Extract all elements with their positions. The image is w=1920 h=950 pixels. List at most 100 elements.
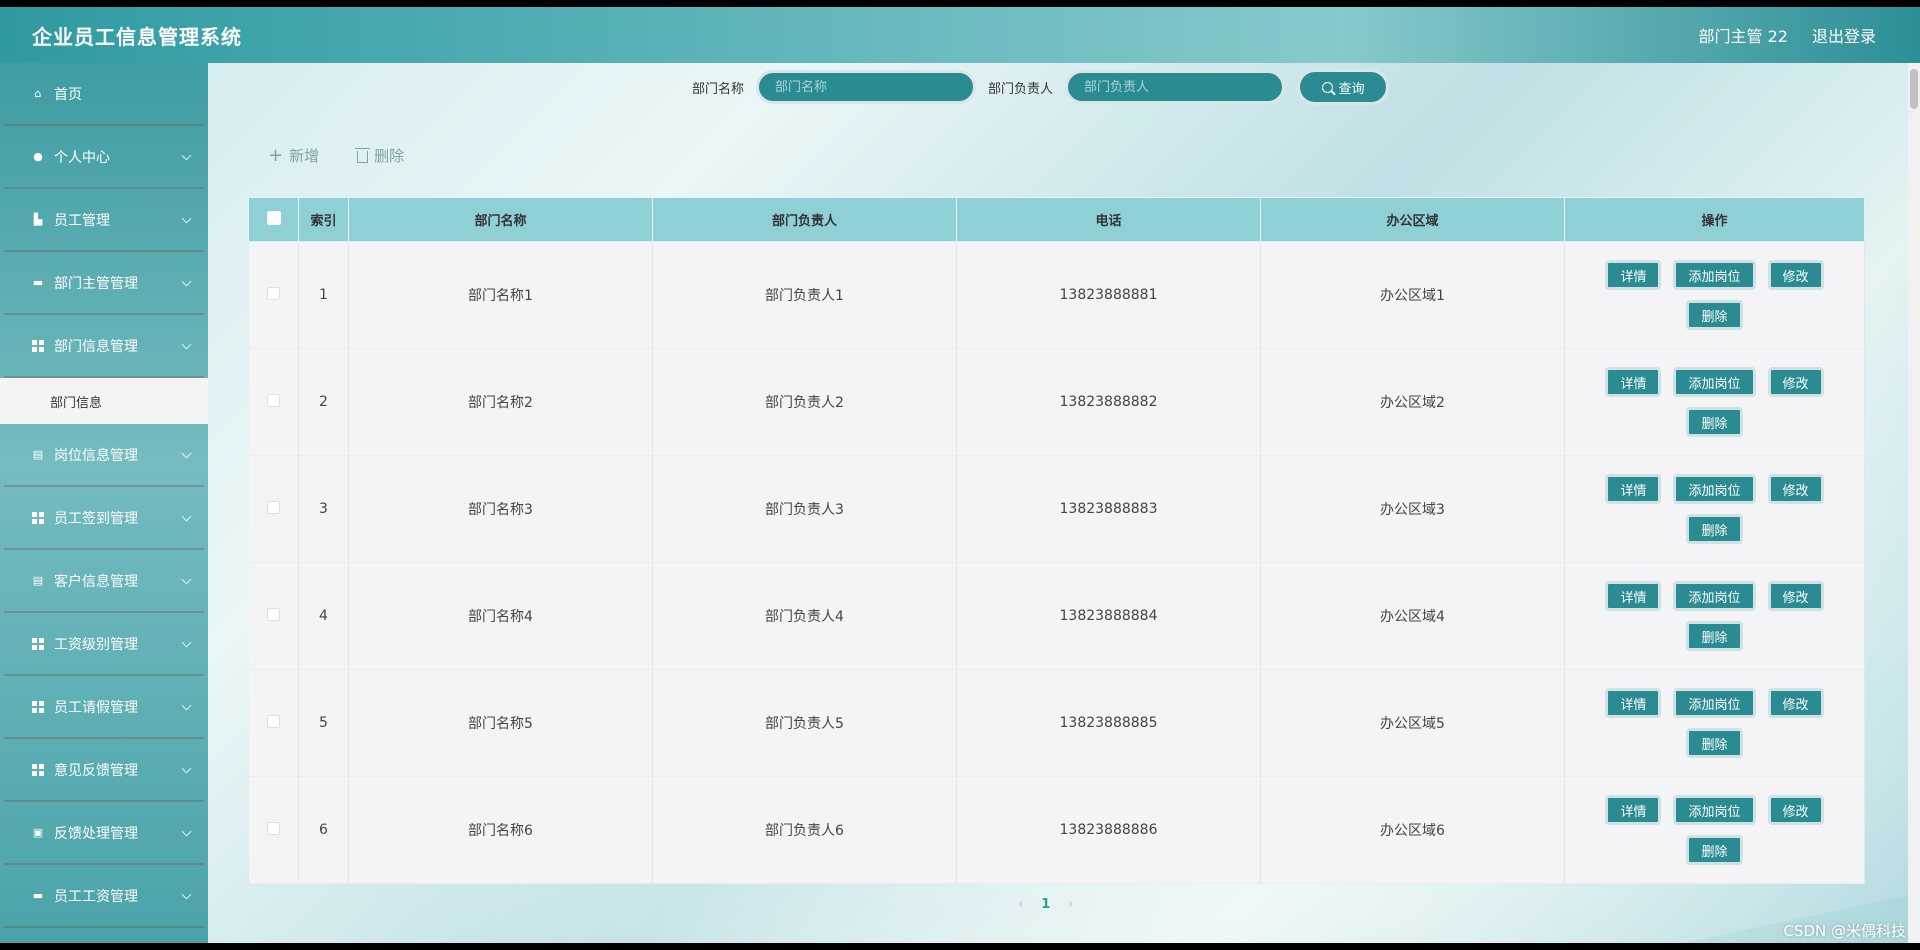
column-header: 部门名称 bbox=[348, 197, 653, 242]
table-row: 1 部门名称1 部门负责人1 13823888881 办公区域1 详情 添加岗位… bbox=[248, 241, 1865, 349]
edit-button[interactable]: 修改 bbox=[1767, 581, 1824, 611]
chevron-down-icon bbox=[181, 213, 192, 224]
edit-button[interactable]: 修改 bbox=[1767, 795, 1824, 825]
row-checkbox[interactable] bbox=[266, 714, 280, 728]
cell-index: 1 bbox=[298, 241, 349, 349]
edit-button[interactable]: 修改 bbox=[1767, 688, 1824, 718]
grid-icon bbox=[32, 339, 44, 352]
sidebar-item-posts[interactable]: ▤ 岗位信息管理 bbox=[4, 424, 204, 487]
add-post-button[interactable]: 添加岗位 bbox=[1673, 795, 1756, 825]
edit-button[interactable]: 修改 bbox=[1767, 260, 1824, 290]
edit-button[interactable]: 修改 bbox=[1767, 367, 1824, 397]
printer-icon: ▣ bbox=[32, 826, 44, 839]
row-checkbox[interactable] bbox=[266, 393, 280, 407]
bulk-delete-button[interactable]: 删除 bbox=[355, 145, 405, 166]
cell-ops: 详情 添加岗位 修改 删除 bbox=[1564, 776, 1865, 884]
current-user[interactable]: 部门主管 22 bbox=[1699, 23, 1788, 47]
chevron-down-icon bbox=[181, 763, 192, 774]
add-post-button[interactable]: 添加岗位 bbox=[1673, 581, 1756, 611]
row-checkbox[interactable] bbox=[266, 607, 280, 621]
row-checkbox[interactable] bbox=[266, 286, 280, 300]
delete-button[interactable]: 删除 bbox=[1686, 835, 1743, 865]
main-content: 部门名称 部门负责人 查询 + 新增 删除 bbox=[208, 63, 1908, 943]
current-page[interactable]: 1 bbox=[1041, 897, 1050, 912]
add-post-button[interactable]: 添加岗位 bbox=[1673, 260, 1756, 290]
dept-head-input[interactable] bbox=[1065, 70, 1286, 104]
cell-phone: 13823888884 bbox=[956, 562, 1261, 670]
prev-page-button[interactable]: ‹ bbox=[1018, 897, 1023, 912]
briefcase-icon: ▬ bbox=[32, 276, 44, 289]
add-button[interactable]: + 新增 bbox=[268, 145, 319, 166]
add-post-button[interactable]: 添加岗位 bbox=[1673, 367, 1756, 397]
sidebar-item-label: 客户信息管理 bbox=[54, 573, 138, 590]
sidebar-item-leave[interactable]: 员工请假管理 bbox=[4, 676, 204, 739]
sidebar-item-label: 首页 bbox=[54, 86, 82, 103]
query-button[interactable]: 查询 bbox=[1297, 69, 1390, 105]
query-button-label: 查询 bbox=[1338, 81, 1365, 97]
cell-area: 办公区域6 bbox=[1260, 776, 1565, 884]
cell-ops: 详情 添加岗位 修改 删除 bbox=[1564, 669, 1865, 777]
add-post-button[interactable]: 添加岗位 bbox=[1673, 474, 1756, 504]
row-checkbox[interactable] bbox=[266, 500, 280, 514]
sidebar-item-label: 员工管理 bbox=[54, 212, 110, 229]
bulk-delete-label: 删除 bbox=[374, 147, 405, 165]
sidebar: ⌂ 首页 ● 个人中心 ▙ 员工管理 ▬ 部门主管管理 部门信息管理 部门信息 … bbox=[0, 63, 208, 943]
dept-name-input[interactable] bbox=[756, 70, 977, 104]
sidebar-item-employees[interactable]: ▙ 员工管理 bbox=[4, 189, 204, 252]
cell-area: 办公区域3 bbox=[1260, 455, 1565, 563]
sidebar-item-home[interactable]: ⌂ 首页 bbox=[4, 63, 204, 126]
delete-button[interactable]: 删除 bbox=[1686, 621, 1743, 651]
clipboard-icon: ▤ bbox=[32, 448, 44, 461]
cell-dept-name: 部门名称3 bbox=[348, 455, 653, 563]
cell-dept-name: 部门名称5 bbox=[348, 669, 653, 777]
delete-button[interactable]: 删除 bbox=[1686, 407, 1743, 437]
clipboard-icon: ▤ bbox=[32, 574, 44, 587]
sidebar-item-label: 员工签到管理 bbox=[54, 510, 138, 527]
detail-button[interactable]: 详情 bbox=[1605, 688, 1662, 718]
select-all-checkbox[interactable] bbox=[266, 210, 281, 225]
grid-icon bbox=[32, 700, 44, 713]
cell-ops: 详情 添加岗位 修改 删除 bbox=[1564, 241, 1865, 349]
cell-index: 4 bbox=[298, 562, 349, 670]
sidebar-item-dept-info[interactable]: 部门信息管理 bbox=[4, 315, 204, 378]
page-scrollbar[interactable] bbox=[1908, 63, 1920, 943]
cell-dept-name: 部门名称4 bbox=[348, 562, 653, 670]
table-row: 6 部门名称6 部门负责人6 13823888886 办公区域6 详情 添加岗位… bbox=[248, 776, 1865, 884]
sidebar-subitem-dept-info[interactable]: 部门信息 bbox=[0, 378, 208, 424]
sidebar-item-attendance[interactable]: 员工签到管理 bbox=[4, 487, 204, 550]
sidebar-item-customers[interactable]: ▤ 客户信息管理 bbox=[4, 550, 204, 613]
detail-button[interactable]: 详情 bbox=[1605, 260, 1662, 290]
sidebar-item-feedback[interactable]: 意见反馈管理 bbox=[4, 739, 204, 802]
cell-dept-name: 部门名称2 bbox=[348, 348, 653, 456]
column-header: 索引 bbox=[298, 197, 349, 242]
chevron-down-icon bbox=[181, 276, 192, 287]
row-checkbox[interactable] bbox=[266, 821, 280, 835]
edit-button[interactable]: 修改 bbox=[1767, 474, 1824, 504]
add-post-button[interactable]: 添加岗位 bbox=[1673, 688, 1756, 718]
detail-button[interactable]: 详情 bbox=[1605, 474, 1662, 504]
sidebar-item-feedback-handling[interactable]: ▣ 反馈处理管理 bbox=[4, 802, 204, 865]
cell-dept-head: 部门负责人5 bbox=[652, 669, 957, 777]
delete-button[interactable]: 删除 bbox=[1686, 514, 1743, 544]
cell-index: 6 bbox=[298, 776, 349, 884]
table-row: 4 部门名称4 部门负责人4 13823888884 办公区域4 详情 添加岗位… bbox=[248, 562, 1865, 670]
cell-area: 办公区域1 bbox=[1260, 241, 1565, 349]
chevron-down-icon bbox=[181, 511, 192, 522]
chevron-down-icon bbox=[181, 448, 192, 459]
chevron-down-icon bbox=[181, 700, 192, 711]
detail-button[interactable]: 详情 bbox=[1605, 367, 1662, 397]
sidebar-item-salary-levels[interactable]: 工资级别管理 bbox=[4, 613, 204, 676]
logout-link[interactable]: 退出登录 bbox=[1812, 23, 1876, 47]
detail-button[interactable]: 详情 bbox=[1605, 581, 1662, 611]
sidebar-item-salary[interactable]: ▬ 员工工资管理 bbox=[4, 865, 204, 928]
sidebar-item-label: 意见反馈管理 bbox=[54, 762, 138, 779]
sidebar-item-dept-heads[interactable]: ▬ 部门主管管理 bbox=[4, 252, 204, 315]
sidebar-item-personal[interactable]: ● 个人中心 bbox=[4, 126, 204, 189]
grid-icon bbox=[32, 511, 44, 524]
delete-button[interactable]: 删除 bbox=[1686, 300, 1743, 330]
detail-button[interactable]: 详情 bbox=[1605, 795, 1662, 825]
next-page-button[interactable]: › bbox=[1068, 897, 1073, 912]
delete-button[interactable]: 删除 bbox=[1686, 728, 1743, 758]
scrollbar-thumb[interactable] bbox=[1910, 69, 1918, 109]
cell-dept-head: 部门负责人1 bbox=[652, 241, 957, 349]
